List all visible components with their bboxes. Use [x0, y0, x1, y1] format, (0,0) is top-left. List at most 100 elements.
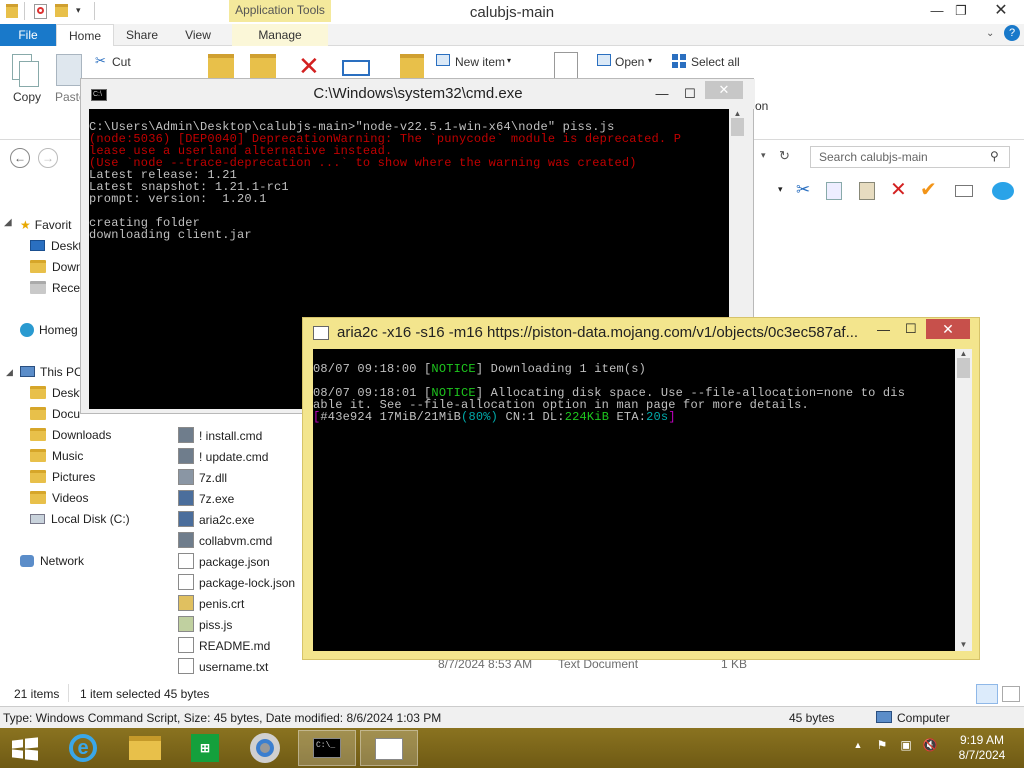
nav-documents[interactable]: Docu: [30, 404, 80, 425]
list-item[interactable]: package-lock.json: [176, 573, 295, 594]
aria2c-title[interactable]: aria2c -x16 -s16 -m16 https://piston-dat…: [337, 324, 877, 341]
volume-muted-icon[interactable]: 🔇: [922, 738, 938, 754]
copy-icon[interactable]: [826, 182, 842, 200]
folder-icon: [30, 491, 46, 504]
file-icon: [178, 574, 194, 590]
search-icon[interactable]: ⚲: [990, 149, 999, 163]
globe-icon[interactable]: [992, 182, 1014, 200]
cmd-taskbar-icon[interactable]: C:\_: [298, 730, 356, 766]
help-icon[interactable]: ?: [1004, 25, 1020, 41]
list-item[interactable]: username.txt: [176, 657, 268, 678]
aria2c-console[interactable]: 08/07 09:18:00 [NOTICE] Downloading 1 it…: [313, 349, 955, 651]
close-button[interactable]: ✕: [978, 0, 1024, 22]
list-item[interactable]: aria2c.exe: [176, 510, 254, 531]
nav-label: Deskt: [52, 386, 83, 400]
rename-icon[interactable]: [955, 185, 973, 197]
folder-icon: [30, 428, 46, 441]
network-icon: [20, 555, 34, 567]
console-line: prompt: version: 1.20.1: [89, 192, 267, 206]
nav-local-disk[interactable]: Local Disk (C:): [30, 509, 130, 530]
paste-icon: [56, 54, 82, 86]
file-name: package.json: [199, 555, 270, 569]
list-item[interactable]: 7z.exe: [176, 489, 234, 510]
nav-music[interactable]: Music: [30, 446, 83, 467]
scroll-thumb[interactable]: [957, 358, 970, 378]
internet-explorer-icon[interactable]: e: [54, 730, 112, 766]
back-button[interactable]: ←: [10, 148, 30, 168]
file-name: ! install.cmd: [199, 429, 263, 443]
store-icon[interactable]: ⊞: [176, 730, 234, 766]
maximize-button[interactable]: ❐: [944, 0, 978, 22]
scroll-up-icon[interactable]: ▲: [955, 349, 972, 358]
downloads-folder-icon: [30, 260, 46, 273]
nav-downloads[interactable]: Down: [30, 257, 83, 278]
cmd-titlebar[interactable]: C:\ C:\Windows\system32\cmd.exe — ☐ ✕: [81, 79, 755, 109]
network-status-icon[interactable]: ▣: [898, 738, 914, 754]
list-item[interactable]: collabvm.cmd: [176, 531, 272, 552]
selected-size: 45 bytes: [164, 687, 210, 701]
delete-icon[interactable]: ✕: [890, 177, 907, 202]
nav-network[interactable]: Network: [20, 551, 84, 572]
scroll-down-icon[interactable]: ▼: [955, 640, 972, 649]
file-explorer-taskbar-icon[interactable]: [116, 730, 174, 766]
selection-size: 45 bytes: [789, 711, 835, 725]
file-name: piss.js: [199, 618, 233, 632]
nav-downloads-pc[interactable]: Downloads: [30, 425, 111, 446]
tab-home[interactable]: Home: [56, 24, 114, 47]
copy-button[interactable]: Copy: [13, 90, 41, 104]
paste-icon[interactable]: [859, 182, 875, 200]
nav-videos[interactable]: Videos: [30, 488, 88, 509]
nav-label: Downloads: [52, 428, 112, 442]
tab-file[interactable]: File: [0, 24, 56, 46]
close-button[interactable]: ✕: [926, 319, 970, 339]
list-item[interactable]: ! update.cmd: [176, 447, 268, 468]
list-item[interactable]: ! install.cmd: [176, 426, 262, 447]
checkmark-icon[interactable]: ✔: [920, 177, 937, 202]
console-icon: C:\: [91, 89, 107, 101]
nav-favorites[interactable]: ★ Favorit: [20, 215, 71, 236]
taskbar-clock[interactable]: 9:19 AM 8/7/2024: [952, 733, 1012, 763]
details-view-button[interactable]: [976, 684, 998, 704]
scissors-icon[interactable]: ✂: [796, 180, 810, 200]
nav-label: Docu: [52, 407, 81, 421]
list-item[interactable]: 7z.dll: [176, 468, 227, 489]
large-icons-view-button[interactable]: [1002, 686, 1020, 702]
list-item[interactable]: penis.crt: [176, 594, 244, 615]
file-name: package-lock.json: [199, 576, 296, 590]
flag-icon[interactable]: ⚑: [874, 738, 890, 754]
minimize-button[interactable]: —: [651, 79, 673, 109]
show-hidden-icons-icon[interactable]: ▲: [850, 740, 866, 756]
collapse-arrow-icon[interactable]: ◢: [6, 367, 13, 378]
expand-ribbon-icon[interactable]: ⌄: [986, 28, 994, 39]
chrome-icon[interactable]: [236, 730, 294, 766]
scroll-up-icon[interactable]: ▲: [729, 109, 746, 118]
nav-label: Local Disk (C:): [51, 512, 130, 526]
collapse-arrow-icon[interactable]: ◢: [4, 217, 12, 228]
nav-recent-places[interactable]: Recer: [30, 278, 84, 299]
nav-desktop-pc[interactable]: Deskt: [30, 383, 83, 404]
dropdown-arrow-icon[interactable]: ▾: [778, 184, 783, 195]
nav-pictures[interactable]: Pictures: [30, 467, 95, 488]
nav-homegroup[interactable]: Homeg: [20, 320, 78, 341]
file-name: penis.crt: [199, 597, 245, 611]
taskbar: e ⊞ C:\_ ▲ ⚑ ▣ 🔇: [0, 728, 1024, 768]
tab-share[interactable]: Share: [118, 24, 166, 46]
aria2c-scrollbar[interactable]: ▲ ▼: [955, 349, 972, 651]
aria2c-taskbar-icon[interactable]: [360, 730, 418, 766]
nav-this-pc[interactable]: This PC: [20, 362, 83, 383]
maximize-button[interactable]: ☐: [905, 321, 917, 337]
forward-button[interactable]: →: [38, 148, 58, 168]
list-item[interactable]: README.md: [176, 636, 270, 657]
list-item[interactable]: package.json: [176, 552, 270, 573]
cut-button[interactable]: Cut: [112, 55, 131, 69]
close-button[interactable]: ✕: [705, 81, 743, 99]
search-input[interactable]: Search calubjs-main: [810, 146, 1010, 168]
folder-icon: [30, 470, 46, 483]
maximize-button[interactable]: ☐: [679, 79, 701, 109]
scroll-thumb[interactable]: [731, 118, 744, 136]
nav-desktop[interactable]: Deskt: [30, 236, 82, 257]
refresh-icon[interactable]: ↻: [779, 148, 790, 164]
minimize-button[interactable]: —: [877, 322, 890, 337]
list-item[interactable]: piss.js: [176, 615, 232, 636]
start-button[interactable]: [0, 730, 50, 766]
